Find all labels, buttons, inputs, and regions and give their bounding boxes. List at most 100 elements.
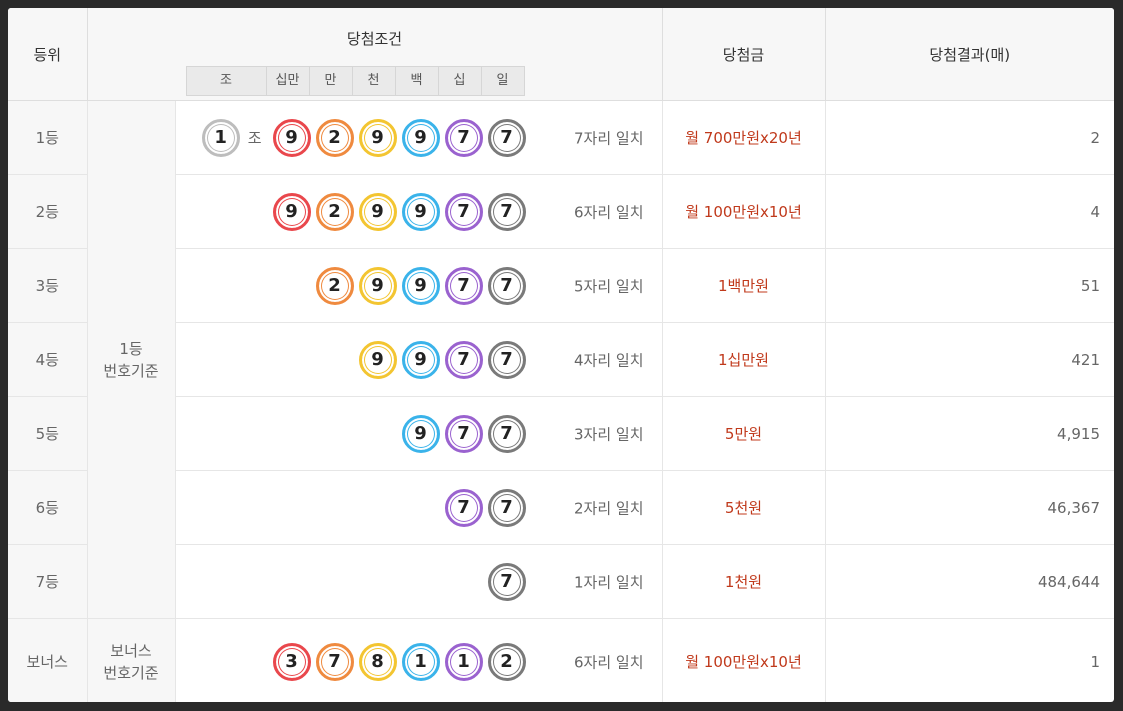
condition-wrap: 1 조 9 2 9 9 7 7 7자리 일치 (176, 101, 662, 174)
ball-number: 9 (414, 349, 427, 370)
ball-number: 7 (457, 275, 470, 296)
digit-header: 조 십만 만 천 백 십 일 (185, 66, 525, 96)
basis-cell: 보너스 번호기준 (86, 618, 175, 702)
condition-cell: 9 2 9 9 7 7 6자리 일치 (174, 174, 662, 249)
condition-cell: 3 7 8 1 1 2 6자리 일치 (174, 618, 662, 702)
prize-cell: 월 100만원x10년 (661, 174, 825, 249)
ball-number: 2 (328, 127, 341, 148)
ball: 9 (358, 118, 397, 157)
jo-label: 조 (247, 129, 262, 147)
ball-number: 2 (500, 651, 513, 673)
rank-cell: 6등 (8, 470, 87, 545)
ball: 9 (401, 118, 440, 157)
ball: 9 (272, 118, 311, 157)
condition-cell: 1 조 9 2 9 9 7 7 7자리 일치 (174, 100, 662, 175)
condition-cell: 9 9 7 7 4자리 일치 (174, 322, 662, 397)
ball-number: 7 (457, 201, 470, 222)
ball-number: 7 (500, 201, 513, 222)
prize-table-panel: 등위 당첨조건 조 십만 만 천 백 십 일 당첨금 당첨결과(매) 1등 1등… (8, 8, 1114, 702)
ball: 9 (401, 414, 440, 453)
ball-number: 7 (457, 127, 470, 148)
ball: 2 (315, 118, 354, 157)
match-text: 5자리 일치 (573, 277, 644, 295)
header-condition: 당첨조건 조 십만 만 천 백 십 일 (86, 8, 662, 101)
prize-cell: 월 100만원x10년 (661, 618, 825, 702)
ball-number: 8 (371, 651, 384, 673)
ball: 7 (487, 414, 526, 453)
basis-line: 1등 (119, 339, 143, 358)
ball: 1 (401, 642, 440, 681)
ball-number: 3 (285, 651, 298, 673)
ball-number: 9 (285, 127, 298, 148)
prize-cell: 5천원 (661, 470, 825, 545)
count-cell: 421 (824, 322, 1114, 397)
count-cell: 2 (824, 100, 1114, 175)
match-text: 7자리 일치 (573, 129, 644, 147)
rank-cell: 1등 (8, 100, 87, 175)
ball: 9 (401, 340, 440, 379)
count-cell: 4,915 (824, 396, 1114, 471)
match-text: 6자리 일치 (573, 203, 644, 221)
count-cell: 1 (824, 618, 1114, 702)
ball-number: 9 (371, 349, 384, 370)
prize-cell: 월 700만원x20년 (661, 100, 825, 175)
condition-wrap: 7 1자리 일치 (176, 545, 662, 618)
rank-cell: 3등 (8, 248, 87, 323)
ball: 9 (358, 192, 397, 231)
condition-cell: 2 9 9 7 7 5자리 일치 (174, 248, 662, 323)
digit-label: 십만 (265, 67, 309, 95)
ball-number: 1 (214, 127, 227, 148)
match-text: 1자리 일치 (573, 573, 644, 591)
ball-number: 7 (328, 651, 341, 673)
ball: 7 (444, 266, 483, 305)
ball: 7 (487, 562, 526, 601)
ball: 2 (315, 266, 354, 305)
ball-number: 7 (500, 497, 513, 518)
rank-cell: 4등 (8, 322, 87, 397)
ball: 8 (358, 642, 397, 681)
ball: 9 (358, 340, 397, 379)
ball: 7 (444, 488, 483, 527)
ball: 7 (487, 340, 526, 379)
match-text: 3자리 일치 (573, 425, 644, 443)
count-cell: 51 (824, 248, 1114, 323)
ball-number: 7 (500, 275, 513, 296)
digit-label: 조 (220, 73, 232, 88)
digit-label: 천 (351, 67, 395, 95)
count-cell: 484,644 (824, 544, 1114, 619)
ball: 7 (487, 266, 526, 305)
digit-label: 만 (308, 67, 352, 95)
prize-cell: 1백만원 (661, 248, 825, 323)
table-row: 1등 1등 번호기준 1 조 9 2 9 9 7 7 7자리 일치 월 700만원x20년 2 (8, 100, 1114, 619)
ball: 7 (487, 118, 526, 157)
ball-group: 9 2 9 9 7 7 (268, 192, 526, 231)
ball: 2 (315, 192, 354, 231)
digit-label: 일 (480, 67, 524, 95)
rank-cell: 7등 (8, 544, 87, 619)
ball-number: 7 (500, 423, 513, 444)
condition-cell: 7 7 2자리 일치 (174, 470, 662, 545)
match-text: 4자리 일치 (573, 351, 644, 369)
ball-group: 77 (440, 488, 526, 527)
ball-number: 7 (500, 571, 513, 592)
basis-line: 번호기준 (103, 361, 159, 380)
ball-number: 2 (328, 275, 341, 296)
ball: 9 (272, 192, 311, 231)
ball: 7 (444, 414, 483, 453)
ball-group: 9 9 7 7 (354, 340, 526, 379)
rank-cell: 2등 (8, 174, 87, 249)
ball: 1 (444, 642, 483, 681)
ball-number: 7 (457, 497, 470, 518)
ball: 7 (315, 642, 354, 681)
ball-number: 7 (500, 127, 513, 148)
digit-label: 백 (394, 67, 438, 95)
prize-cell: 1십만원 (661, 322, 825, 397)
ball: 3 (272, 642, 311, 681)
ball-number: 9 (285, 201, 298, 222)
ball-number: 9 (414, 423, 427, 444)
condition-cell: 9 7 7 3자리 일치 (174, 396, 662, 471)
header-rank: 등위 (8, 8, 87, 101)
condition-wrap: 9 9 7 7 4자리 일치 (176, 323, 662, 396)
ball: 7 (487, 192, 526, 231)
count-cell: 46,367 (824, 470, 1114, 545)
